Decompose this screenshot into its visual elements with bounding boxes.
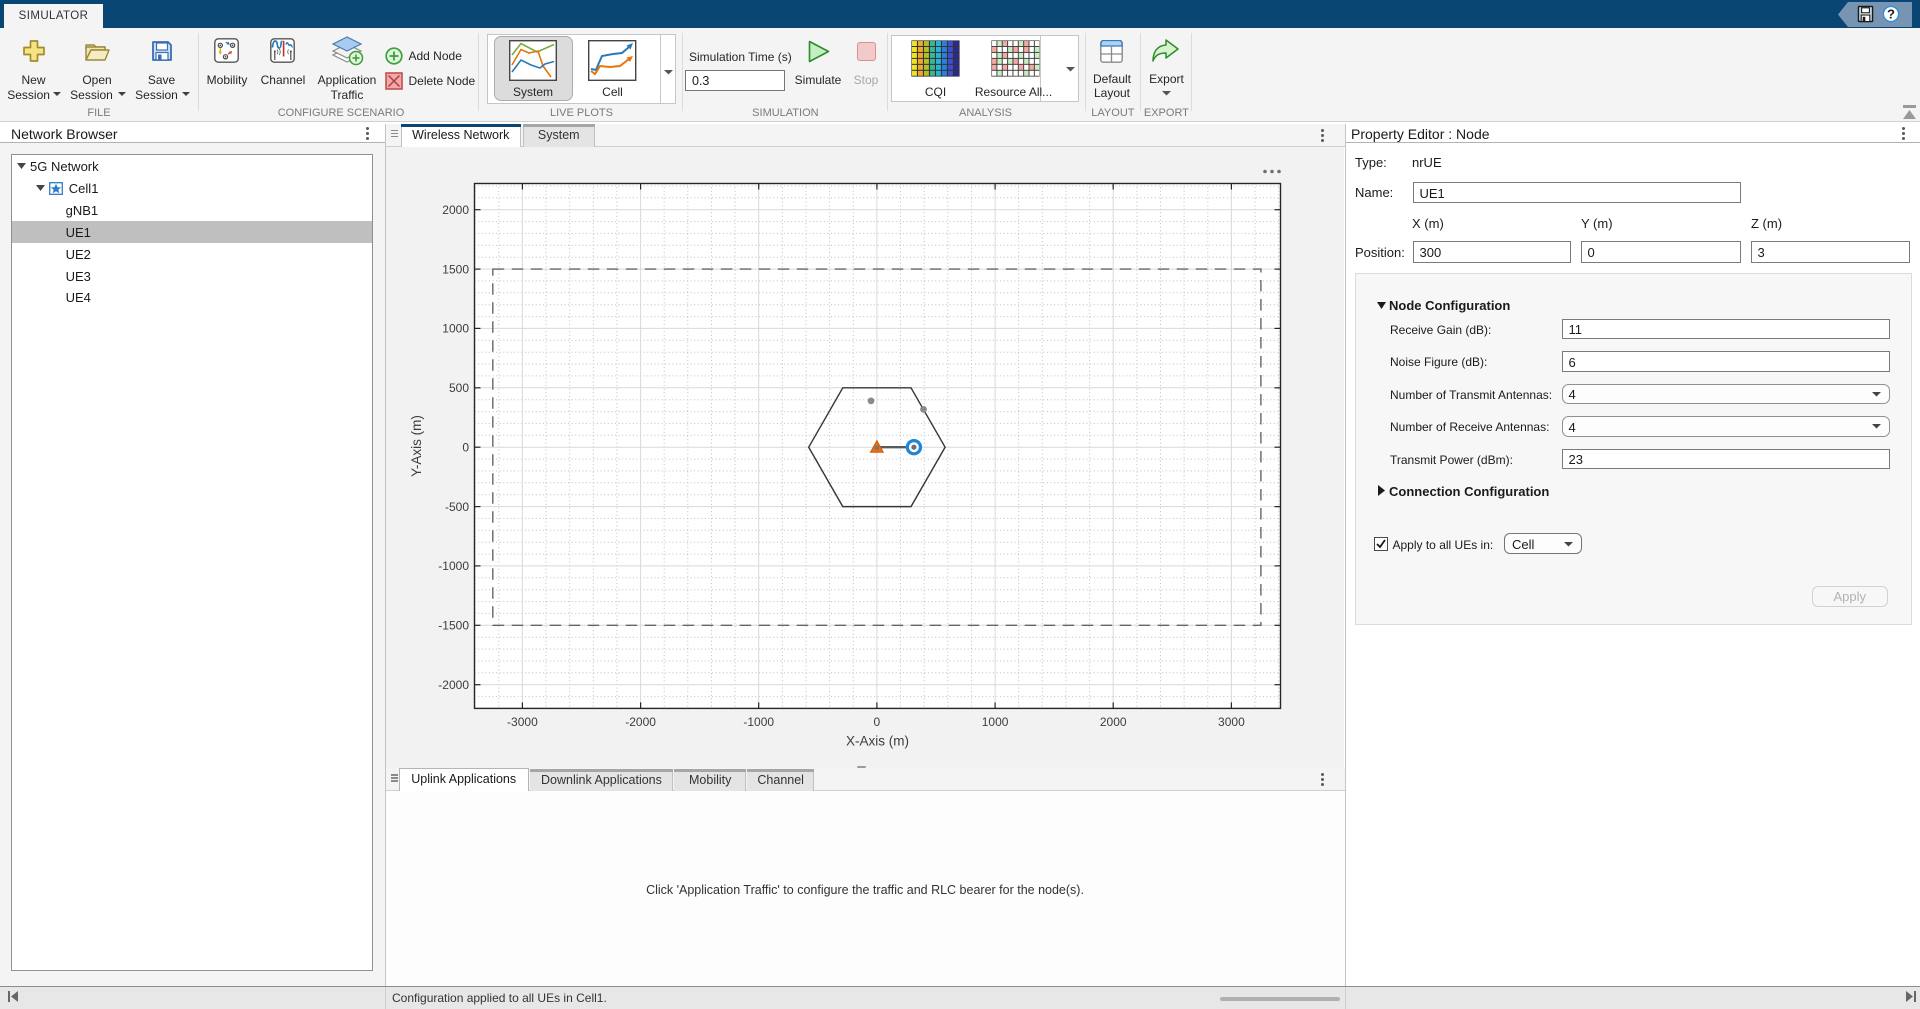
svg-text:0: 0 [874, 715, 881, 729]
svg-text:500: 500 [449, 381, 469, 395]
svg-text:X-Axis (m): X-Axis (m) [846, 734, 909, 749]
svg-text:-2000: -2000 [438, 678, 469, 692]
svg-text:1000: 1000 [442, 322, 469, 336]
svg-text:-1000: -1000 [438, 559, 469, 573]
svg-text:-2000: -2000 [625, 715, 656, 729]
svg-text:2000: 2000 [442, 203, 469, 217]
svg-text:1000: 1000 [982, 715, 1009, 729]
svg-text:0: 0 [462, 440, 469, 454]
svg-text:-500: -500 [445, 500, 469, 514]
svg-text:-3000: -3000 [507, 715, 538, 729]
svg-text:Y-Axis (m): Y-Axis (m) [409, 415, 424, 477]
svg-text:-1000: -1000 [743, 715, 774, 729]
svg-text:2000: 2000 [1100, 715, 1127, 729]
svg-text:-1500: -1500 [438, 619, 469, 633]
svg-text:?: ? [1887, 7, 1895, 22]
svg-text:3000: 3000 [1218, 715, 1245, 729]
svg-text:1500: 1500 [442, 262, 469, 276]
